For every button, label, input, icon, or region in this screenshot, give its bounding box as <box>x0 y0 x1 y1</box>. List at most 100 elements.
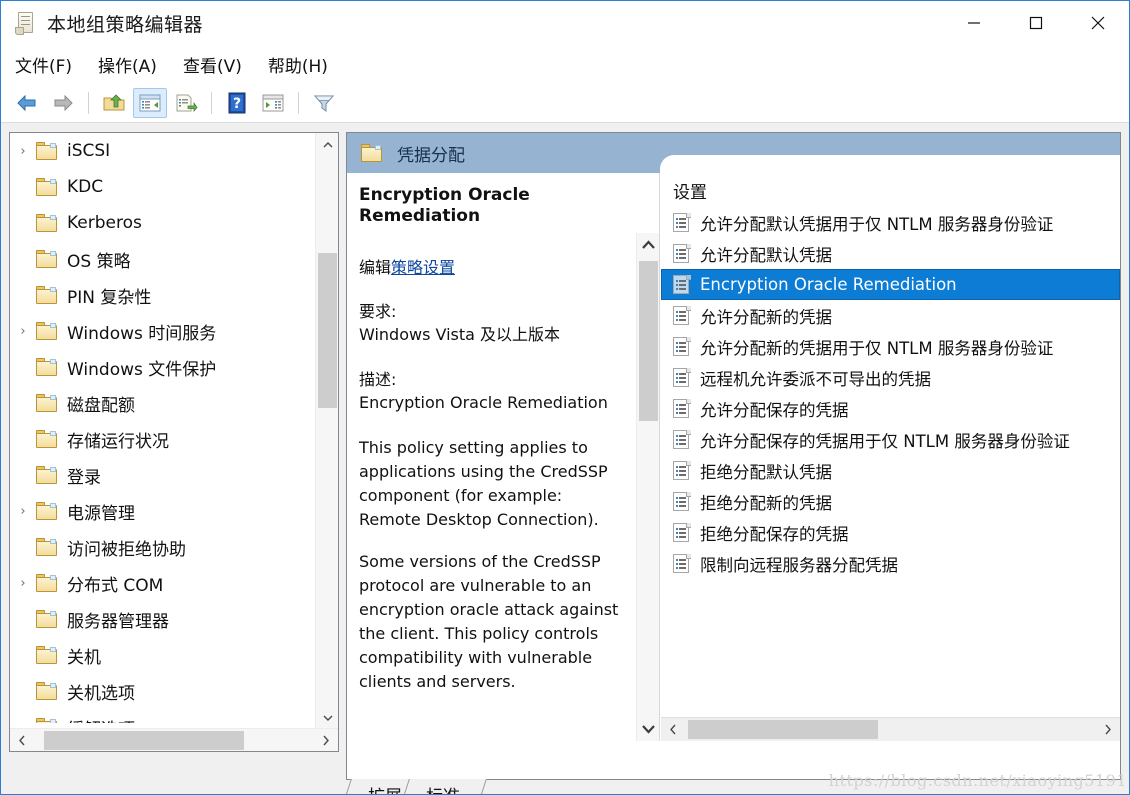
list-horizontal-scrollbar[interactable] <box>661 717 1120 741</box>
tree-item[interactable]: › Windows 时间服务 <box>10 313 316 349</box>
tree-item[interactable]: › OS 策略 <box>10 241 316 277</box>
list-scroll-right-arrow[interactable] <box>1097 718 1120 741</box>
folder-icon <box>36 682 58 700</box>
back-icon[interactable] <box>10 88 44 118</box>
settings-list-row[interactable]: 允许分配新的凭据 <box>661 300 1120 331</box>
tree-item[interactable]: › 磁盘配额 <box>10 385 316 421</box>
settings-list-row[interactable]: Encryption Oracle Remediation <box>661 269 1120 300</box>
settings-list[interactable]: 允许分配默认凭据用于仅 NTLM 服务器身份验证 允许分配默认凭据 Encrypti… <box>661 207 1120 717</box>
tree-vertical-scrollbar[interactable] <box>315 133 338 730</box>
up-folder-icon[interactable] <box>97 88 131 118</box>
tree-item[interactable]: › 缓解选项 <box>10 709 316 723</box>
tree-item[interactable]: › 关机 <box>10 637 316 673</box>
show-pane-icon[interactable] <box>256 88 290 118</box>
policy-setting-link[interactable]: 策略设置 <box>391 258 455 277</box>
close-button[interactable] <box>1067 1 1129 45</box>
folder-icon <box>36 502 58 520</box>
folder-icon <box>36 646 58 664</box>
tree-item[interactable]: › iSCSI <box>10 133 316 169</box>
settings-list-row[interactable]: 允许分配默认凭据用于仅 NTLM 服务器身份验证 <box>661 207 1120 238</box>
policy-setting-icon <box>673 275 691 294</box>
desc-scroll-thumb[interactable] <box>639 261 658 421</box>
settings-column-header[interactable]: 设置 <box>661 173 1120 207</box>
chevron-right-icon[interactable]: › <box>10 144 36 159</box>
tree-indent-spacer: › <box>10 360 36 375</box>
tree-item[interactable]: › 登录 <box>10 457 316 493</box>
desc-scroll-down-arrow[interactable] <box>637 718 660 741</box>
window-title: 本地组策略编辑器 <box>47 13 204 36</box>
scroll-up-arrow[interactable] <box>316 133 338 156</box>
show-hide-tree-icon[interactable] <box>133 87 167 118</box>
chevron-right-icon[interactable]: › <box>10 324 36 339</box>
scroll-left-arrow[interactable] <box>10 729 33 751</box>
list-scroll-left-arrow[interactable] <box>661 718 684 741</box>
tree-item[interactable]: › 电源管理 <box>10 493 316 529</box>
minimize-button[interactable] <box>943 1 1005 45</box>
tree-hscroll-thumb[interactable] <box>44 731 244 750</box>
chevron-right-icon[interactable]: › <box>10 576 36 591</box>
scroll-down-arrow[interactable] <box>316 707 338 730</box>
settings-list-row[interactable]: 允许分配默认凭据 <box>661 238 1120 269</box>
maximize-button[interactable] <box>1005 1 1067 45</box>
description-paragraph-2: Some versions of the CredSSP protocol ar… <box>359 552 619 692</box>
tree-indent-spacer: › <box>10 216 36 231</box>
watermark-text: https://blog.csdn.net/xiaoying5191 <box>828 771 1127 790</box>
menu-item-action[interactable]: 操作(A) <box>98 50 170 79</box>
tree-item-content: 访问被拒绝协助 <box>36 535 186 560</box>
tree-list[interactable]: › iSCSI › KDC › Kerberos › OS 策略 › PIN 复杂性 › Window… <box>10 133 316 723</box>
tree-horizontal-scrollbar[interactable] <box>10 728 338 751</box>
tree-indent-spacer: › <box>10 396 36 411</box>
settings-list-row[interactable]: 拒绝分配保存的凭据 <box>661 517 1120 548</box>
tree-item[interactable]: › KDC <box>10 169 316 205</box>
list-hscroll-thumb[interactable] <box>688 720 878 739</box>
forward-icon[interactable] <box>46 88 80 118</box>
tree-item[interactable]: › Windows 文件保护 <box>10 349 316 385</box>
folder-icon <box>36 466 58 484</box>
settings-list-row[interactable]: 限制向远程服务器分配凭据 <box>661 548 1120 579</box>
settings-list-row-label: 限制向远程服务器分配凭据 <box>700 555 898 575</box>
menu-item-view[interactable]: 查看(V) <box>183 50 255 79</box>
tree-item-content: PIN 复杂性 <box>36 283 151 308</box>
tree-item-label: KDC <box>67 177 104 197</box>
edit-prefix-label: 编辑 <box>359 257 392 277</box>
tree-item[interactable]: › 存储运行状况 <box>10 421 316 457</box>
policy-setting-icon <box>673 244 691 263</box>
tree-item[interactable]: › 关机选项 <box>10 673 316 709</box>
tree-indent-spacer: › <box>10 684 36 699</box>
tree-item-content: KDC <box>36 177 103 197</box>
tree-scroll-thumb[interactable] <box>318 253 337 408</box>
menu-bar: 文件(F) 操作(A) 查看(V) 帮助(H) <box>1 45 1129 83</box>
help-icon[interactable]: ? <box>220 88 254 118</box>
tab-standard[interactable]: 标准 <box>399 779 487 794</box>
tree-item[interactable]: › Kerberos <box>10 205 316 241</box>
settings-list-row[interactable]: 拒绝分配默认凭据 <box>661 455 1120 486</box>
folder-icon <box>36 358 58 376</box>
tree-indent-spacer: › <box>10 180 36 195</box>
folder-icon <box>36 250 58 268</box>
tree-item[interactable]: › 分布式 COM <box>10 565 316 601</box>
tree-item-label: OS 策略 <box>67 251 131 272</box>
tree-item-content: OS 策略 <box>36 247 131 272</box>
settings-list-row[interactable]: 允许分配保存的凭据 <box>661 393 1120 424</box>
policy-setting-icon <box>673 213 691 232</box>
tree-item-label: 登录 <box>67 467 101 488</box>
tree-item[interactable]: › 服务器管理器 <box>10 601 316 637</box>
filter-icon[interactable] <box>307 88 341 118</box>
chevron-right-icon[interactable]: › <box>10 504 36 519</box>
settings-list-row[interactable]: 允许分配保存的凭据用于仅 NTLM 服务器身份验证 <box>661 424 1120 455</box>
settings-list-row[interactable]: 拒绝分配新的凭据 <box>661 486 1120 517</box>
tree-item[interactable]: › PIN 复杂性 <box>10 277 316 313</box>
description-title: Encryption Oracle Remediation <box>359 185 530 227</box>
policy-setting-icon <box>673 368 691 387</box>
tree-item[interactable]: › 访问被拒绝协助 <box>10 529 316 565</box>
settings-list-row[interactable]: 远程机允许委派不可导出的凭据 <box>661 362 1120 393</box>
menu-item-file[interactable]: 文件(F) <box>15 50 85 79</box>
scroll-right-arrow[interactable] <box>315 729 338 751</box>
export-list-icon[interactable] <box>169 88 203 118</box>
desc-scroll-up-arrow[interactable] <box>637 233 660 256</box>
settings-list-row[interactable]: 允许分配新的凭据用于仅 NTLM 服务器身份验证 <box>661 331 1120 362</box>
menu-item-help[interactable]: 帮助(H) <box>268 50 341 79</box>
description-vertical-scrollbar[interactable] <box>636 233 659 741</box>
policy-setting-icon <box>673 430 691 449</box>
tree-item-content: 登录 <box>36 463 101 488</box>
